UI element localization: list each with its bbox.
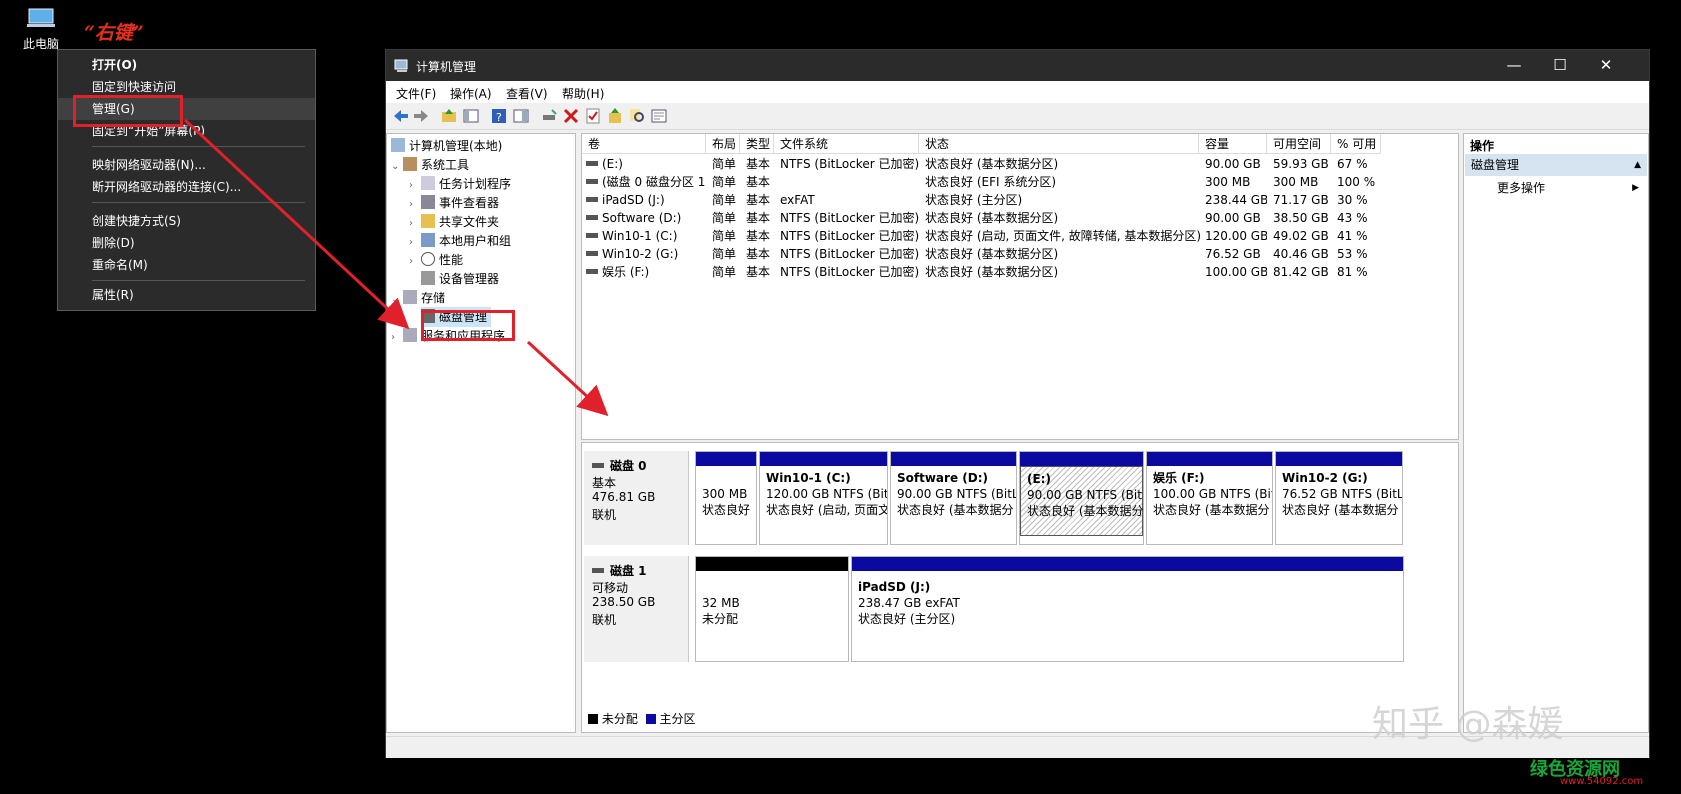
arrow-to-disk-management	[183, 118, 410, 330]
annotation-arrows	[183, 118, 609, 417]
zhihu-watermark: 知乎 @森媛	[1372, 704, 1564, 745]
site-url-watermark: www.54092.com	[1560, 776, 1644, 787]
arrow-to-volume-list	[526, 340, 609, 417]
